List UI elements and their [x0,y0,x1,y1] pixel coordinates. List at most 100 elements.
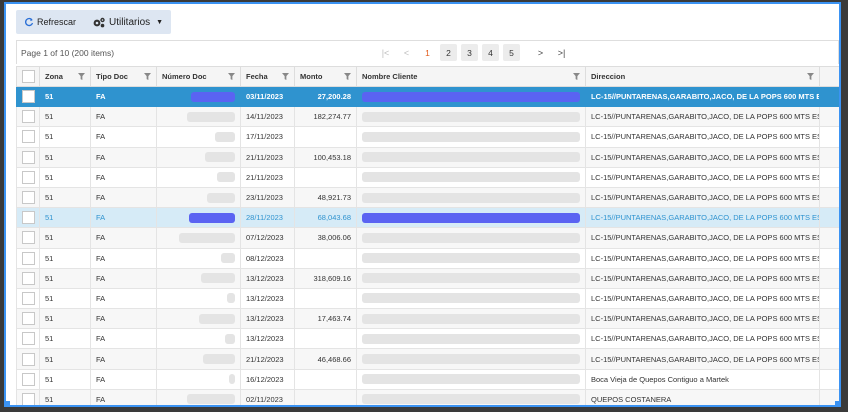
cell-tipo-doc: FA [90,227,157,249]
refresh-button[interactable]: Refrescar [16,10,84,34]
cell-tipo-doc: FA [90,106,157,128]
column-header-nombre-cliente[interactable]: Nombre Cliente [356,66,586,87]
first-page-icon[interactable]: |< [377,44,394,61]
row-checkbox[interactable] [21,150,35,164]
table-row[interactable]: 51 FA 23/11/2023 48,921.73 LC-15//PUNTARENAS… [16,186,839,209]
pager: |< < 1 2 3 4 5 > >| [377,44,570,61]
cell-fecha: 21/12/2023 [240,348,295,370]
table-row[interactable]: 51 FA 13/12/2023 17,463.74 LC-15//PUNTARENAS… [16,308,839,330]
page-button-5[interactable]: 5 [503,44,520,61]
cell-direccion: LC-15//PUNTARENAS,GARABITO,JACO, DE LA P… [585,267,820,289]
table-row[interactable]: 51 FA 02/11/2023 QUEPOS COSTANERA [16,388,839,405]
table-row[interactable]: 51 FA 21/11/2023 LC-15//PUNTARENAS,GARABITO… [16,166,839,188]
row-select-cell [16,368,40,390]
row-checkbox[interactable] [21,372,35,386]
column-header-zona[interactable]: Zona [39,66,91,87]
cell-spacer [819,348,839,370]
table-row[interactable]: 51 FA 13/12/2023 LC-15//PUNTARENAS,GARABITO… [16,328,839,350]
redacted-value [362,131,580,142]
table-row[interactable]: 51 FA 13/12/2023 LC-15//PUNTARENAS,GARABITO… [16,287,839,310]
resize-handle[interactable] [835,401,839,405]
redacted-value [225,333,235,344]
cell-fecha: 17/11/2023 [240,126,295,148]
cell-zona: 51 [39,388,91,405]
redacted-value [362,313,580,324]
cell-spacer [819,368,839,390]
cell-spacer [819,207,839,229]
column-header-tipo-doc[interactable]: Tipo Doc [90,66,157,87]
filter-icon[interactable] [144,73,151,80]
cell-nombre-cliente [356,247,586,269]
table-row[interactable]: 51 FA 03/11/2023 27,200.28 LC-15//PUNTARENAS… [16,85,839,108]
prev-page-icon[interactable]: < [398,44,415,61]
column-label: Zona [45,72,63,81]
resize-handle[interactable] [6,401,10,405]
column-header-monto[interactable]: Monto [294,66,357,87]
cell-spacer [819,328,839,350]
cell-nombre-cliente [356,106,586,128]
row-select-cell [16,388,40,405]
page-button-1[interactable]: 1 [419,44,436,61]
cell-numero-doc [156,186,241,209]
page-button-3[interactable]: 3 [461,44,478,61]
cell-numero-doc [156,308,241,330]
row-checkbox[interactable] [21,312,35,326]
column-header-direccion[interactable]: Direccion [585,66,820,87]
next-page-icon[interactable]: > [532,44,549,61]
filter-icon[interactable] [228,73,235,80]
table-row[interactable]: 51 FA 21/12/2023 46,468.66 LC-15//PUNTARENAS… [16,348,839,370]
filter-icon[interactable] [573,73,580,80]
table-row[interactable]: 51 FA 13/12/2023 318,609.16 LC-15//PUNTARENA… [16,267,839,289]
table-row[interactable]: 51 FA 21/11/2023 100,453.18 LC-15//PUNTARENA… [16,146,839,168]
cell-zona: 51 [39,287,91,310]
cell-nombre-cliente [356,368,586,390]
utilities-dropdown-button[interactable]: Utilitarios ▼ [84,10,171,34]
table-row[interactable]: 51 FA 17/11/2023 LC-15//PUNTARENAS,GARABITO… [16,126,839,148]
filter-icon[interactable] [807,73,814,80]
redacted-value [227,293,235,304]
page-button-4[interactable]: 4 [482,44,499,61]
row-checkbox[interactable] [21,231,35,245]
row-checkbox[interactable] [21,291,35,305]
cell-tipo-doc: FA [90,368,157,390]
row-checkbox[interactable] [21,251,35,265]
table-row[interactable]: 51 FA 16/12/2023 Boca Vieja de Quepos Conti… [16,368,839,390]
cell-fecha: 14/11/2023 [240,106,295,128]
row-checkbox[interactable] [21,90,35,104]
table-row[interactable]: 51 FA 14/11/2023 182,274.77 LC-15//PUNTARENA… [16,106,839,128]
table-row[interactable]: 51 FA 08/12/2023 LC-15//PUNTARENAS,GARABITO… [16,247,839,269]
redacted-value [362,192,580,203]
row-checkbox[interactable] [21,352,35,366]
filter-icon[interactable] [344,73,351,80]
last-page-icon[interactable]: >| [553,44,570,61]
row-checkbox[interactable] [21,211,35,225]
cell-zona: 51 [39,348,91,370]
table-row[interactable]: 51 FA 28/11/2023 68,043.68 LC-15//PUNTARENAS… [16,207,839,229]
row-select-cell [16,146,40,168]
redacted-value [229,374,235,385]
cell-numero-doc [156,348,241,370]
cell-nombre-cliente [356,146,586,168]
row-checkbox[interactable] [21,392,35,405]
row-checkbox[interactable] [21,130,35,144]
row-checkbox[interactable] [21,271,35,285]
select-all-checkbox[interactable] [21,70,35,83]
cell-nombre-cliente [356,328,586,350]
column-header-fecha[interactable]: Fecha [240,66,295,87]
cell-spacer [819,287,839,310]
column-label: Nombre Cliente [362,72,418,81]
cell-zona: 51 [39,207,91,229]
cell-monto: 17,463.74 [294,308,357,330]
row-checkbox[interactable] [21,332,35,346]
column-header-numero-doc[interactable]: Número Doc [156,66,241,87]
row-checkbox[interactable] [21,110,35,124]
row-checkbox[interactable] [21,191,35,205]
filter-icon[interactable] [78,73,85,80]
toolbar: Refrescar Utilitarios ▼ [16,10,172,34]
table-row[interactable]: 51 FA 07/12/2023 38,006.06 LC-15//PUNTARENAS… [16,227,839,249]
row-checkbox[interactable] [21,170,35,184]
page-button-2[interactable]: 2 [440,44,457,61]
cell-monto [294,368,357,390]
select-all-header [16,66,40,87]
filter-icon[interactable] [282,73,289,80]
